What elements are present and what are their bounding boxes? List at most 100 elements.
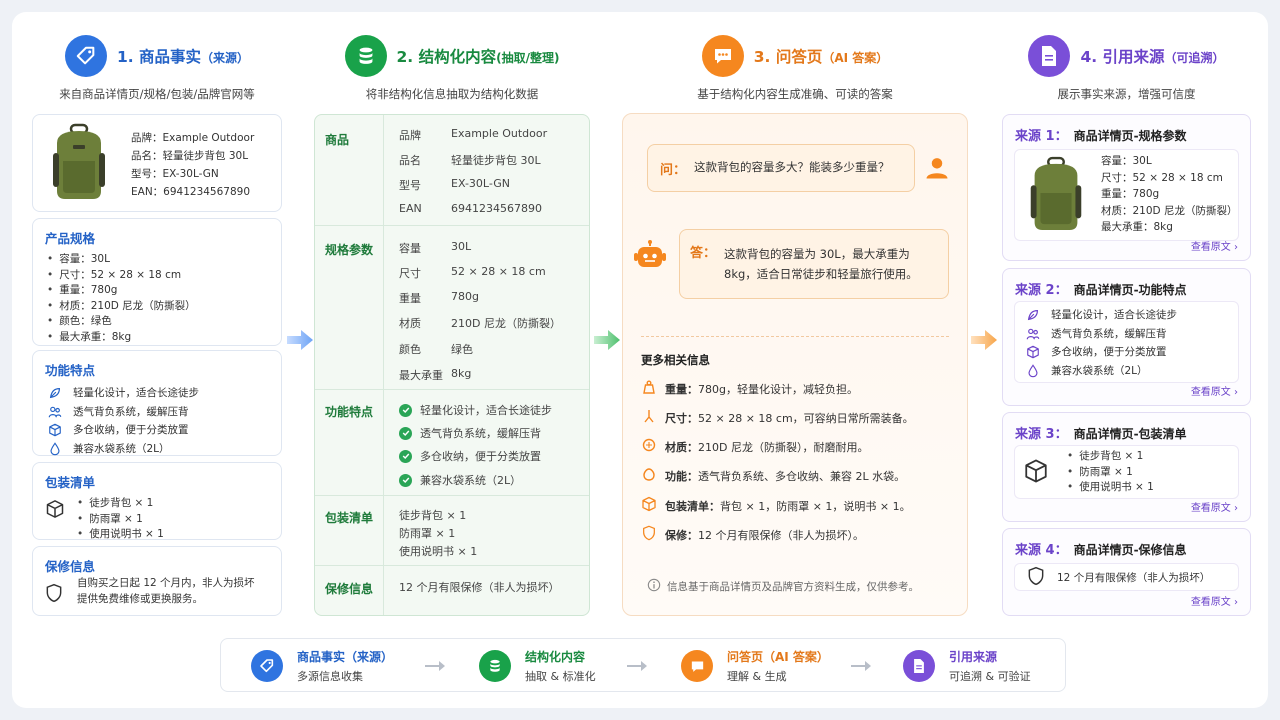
col4-header: 4. 引用来源（可追溯） 展示事实来源，增强可信度 [1002, 34, 1251, 114]
package-icon [45, 499, 65, 522]
table-row: 多仓收纳，便于分类放置 [399, 448, 581, 464]
packing-item: 防雨罩 × 1 [399, 527, 456, 540]
product-name: 品名：轻量徒步背包 30L [131, 150, 249, 162]
flow-step-facts: 商品事实（来源） 多源信息收集 [251, 648, 393, 684]
feature-item: 多仓收纳，便于分类放置 [73, 424, 189, 436]
source-line: 材质：210D 尼龙（防撕裂） [1101, 204, 1238, 217]
section-label-warranty: 保修信息 [325, 582, 374, 596]
source-card-3[interactable]: 来源 3：商品详情页-包装清单 徒步背包 × 1 防雨罩 × 1 使用说明书 ×… [1002, 412, 1251, 522]
col1-title: 1. 商品事实（来源） [116, 48, 250, 66]
source-line: 重量：780g [1101, 188, 1160, 200]
section-label-features: 功能特点 [325, 405, 374, 419]
flow-step-qa: 问答页（AI 答案） 理解 & 生成 [681, 648, 829, 684]
list-item: 容量：30L [47, 252, 281, 268]
check-icon [399, 473, 412, 487]
list-item: 颜色：绿色 [47, 314, 281, 330]
table-row: 兼容水袋系统（2L） [399, 472, 581, 488]
arrow-right-icon [851, 661, 871, 671]
view-original-link[interactable]: 查看原文 › [1191, 499, 1238, 514]
view-original-link[interactable]: 查看原文 › [1191, 383, 1238, 398]
col3-subtitle: 基于结构化内容生成准确、可读的答案 [697, 87, 893, 101]
feature-title: 功能特点 [45, 363, 96, 378]
backpack-image [1021, 156, 1091, 237]
user-group-icon [1025, 326, 1041, 342]
packing-card: 包装清单 徒步背包 × 1 防雨罩 × 1 使用说明书 × 1 [32, 462, 282, 540]
tag-icon [251, 650, 283, 682]
weight-icon [641, 379, 657, 398]
check-icon [399, 449, 412, 463]
warranty-title: 保修信息 [45, 559, 96, 574]
question-text: 这款背包的容量多大？能装多少重量？ [694, 160, 890, 174]
water-drop-icon [47, 441, 63, 457]
list-item: 防雨罩 × 1 [1067, 465, 1238, 481]
backpack-image [43, 123, 115, 203]
arrow-right-icon [287, 330, 313, 350]
table-row: 透气背负系统，缓解压背 [399, 425, 581, 441]
col4-subtitle: 展示事实来源，增强可信度 [1057, 87, 1196, 101]
package-icon [641, 496, 657, 515]
source-card-2[interactable]: 来源 2： 商品详情页-功能特点 轻量化设计，适合长途徒步 透气背负系统，缓解压背… [1002, 268, 1251, 406]
spec-title: 产品规格 [45, 231, 96, 246]
box-icon [1025, 344, 1041, 360]
packing-title: 包装清单 [45, 475, 96, 490]
col3-title: 3. 问答页（AI 答案） [753, 48, 889, 66]
question-bubble: 问： 这款背包的容量多大？能装多少重量？ [647, 144, 915, 192]
arrow-right-icon [425, 661, 445, 671]
source-line: 兼容水袋系统（2L） [1051, 364, 1148, 377]
info-row: 尺寸：52 × 28 × 18 cm，可容纳日常所需装备。 [641, 408, 957, 427]
flow-step-sources: 引用来源 可追溯 & 可验证 [903, 648, 1031, 684]
info-row: 保修：12 个月有限保修（非人为损坏）。 [641, 525, 957, 544]
source-line: 最大承重：8kg [1101, 221, 1173, 233]
table-row: 型号 EX-30L-GN [399, 177, 510, 192]
check-icon [399, 426, 412, 440]
list-item: 最大承重：8kg [47, 330, 281, 346]
user-avatar-icon [923, 154, 951, 185]
col1-subtitle: 来自商品详情页/规格/包装/品牌官网等 [59, 87, 255, 101]
disclaimer: 信息基于商品详情页及品牌官方资料生成，仅供参考。 [647, 578, 919, 595]
list-item: 尺寸：52 × 28 × 18 cm [47, 268, 281, 284]
source-title: 商品详情页-功能特点 [1073, 283, 1187, 297]
section-label-packing: 包装清单 [325, 511, 374, 525]
list-item: 重量：780g [47, 283, 281, 299]
hand-icon [641, 466, 657, 485]
arrow-right-icon [627, 661, 647, 671]
fabric-icon [641, 437, 657, 456]
tag-icon [64, 35, 107, 77]
structured-table: 商品 品牌 Example Outdoor 品名 轻量徒步背包 30L 型号 EX-3… [314, 114, 590, 616]
section-label-product: 商品 [325, 133, 350, 147]
shield-icon [1027, 566, 1045, 589]
product-card: 品牌：Example Outdoor 品名：轻量徒步背包 30L 型号：EX-3… [32, 114, 282, 212]
flow-step-structured: 结构化内容 抽取 & 标准化 [479, 648, 596, 684]
table-row: 品牌 Example Outdoor [399, 127, 548, 142]
list-item: 材质：210D 尼龙（防撕裂） [47, 299, 281, 315]
flow-summary-bar: 商品事实（来源） 多源信息收集 结构化内容 抽取 & 标准化 问答页（AI 答案）理… [220, 638, 1066, 692]
warranty-value: 12 个月有限保修（非人为损坏） [399, 581, 560, 594]
table-row: 颜色 绿色 [399, 343, 473, 356]
product-ean: EAN：6941234567890 [131, 186, 251, 198]
water-drop-icon [1025, 363, 1041, 379]
list-item: 徒步背包 × 1 [77, 496, 281, 512]
view-original-link[interactable]: 查看原文 › [1191, 238, 1238, 253]
source-line: 尺寸：52 × 28 × 18 cm [1101, 171, 1223, 184]
source-title: 商品详情页-保修信息 [1073, 543, 1187, 557]
col1-header: 1. 商品事实（来源） 来自商品详情页/规格/包装/品牌官网等 [32, 34, 282, 114]
source-card-1[interactable]: 来源 1： 商品详情页-规格参数 容量：30L 尺寸：52 × 28 × 18 c… [1002, 114, 1251, 261]
col2-title: 2. 结构化内容(抽取/整理) [396, 48, 560, 66]
answer-bubble: 答： 这款背包的容量为 30L，最大承重为 8kg，适合日常徒步和轻量旅行使用。 [679, 229, 949, 299]
more-info-title: 更多相关信息 [641, 353, 710, 367]
source-title: 商品详情页-规格参数 [1073, 129, 1187, 143]
product-brand: 品牌：Example Outdoor [131, 132, 255, 144]
table-row: 品名 轻量徒步背包 30L [399, 154, 541, 167]
source-line: 轻量化设计，适合长途徒步 [1051, 309, 1177, 321]
source-card-4[interactable]: 来源 4： 商品详情页-保修信息 12 个月有限保修（非人为损坏） 查看原文 › [1002, 528, 1251, 616]
qa-panel: 问： 这款背包的容量多大？能装多少重量？ 答： 这款背包的容量为 30L，最大承重为… [622, 113, 968, 616]
view-original-link[interactable]: 查看原文 › [1191, 593, 1238, 608]
source-line: 多仓收纳，便于分类放置 [1051, 346, 1167, 358]
table-row: 尺寸 52 × 28 × 18 cm [399, 265, 546, 280]
package-icon [1023, 458, 1049, 487]
col3-header: 3. 问答页（AI 答案） 基于结构化内容生成准确、可读的答案 [622, 34, 968, 114]
ruler-icon [641, 408, 657, 427]
source-line: 12 个月有限保修（非人为损坏） [1057, 571, 1211, 584]
arrow-right-icon [594, 330, 620, 350]
shield-icon [45, 583, 63, 606]
